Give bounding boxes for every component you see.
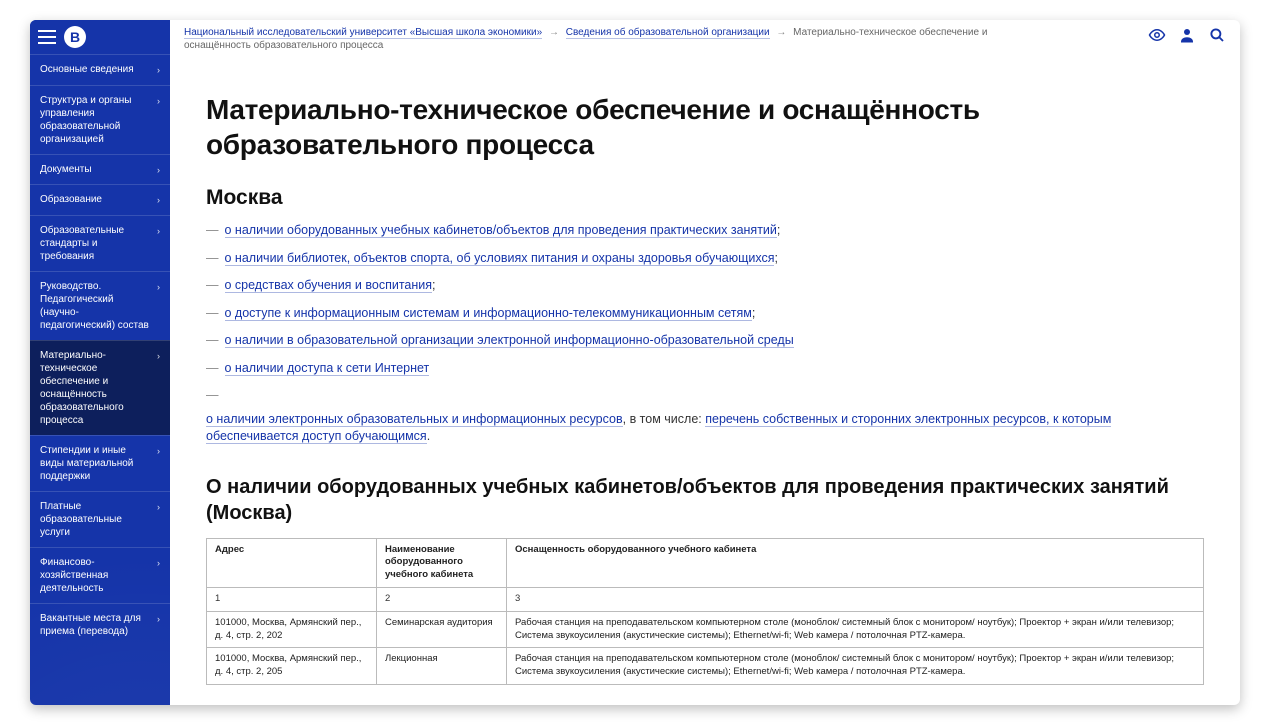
dash: — bbox=[206, 305, 219, 323]
table-cell-name: Лекционная bbox=[377, 648, 507, 685]
sidebar-item-label: Структура и органы управления образовате… bbox=[40, 94, 151, 146]
section2-heading: О наличии оборудованных учебных кабинето… bbox=[206, 474, 1204, 526]
sidebar-item-label: Платные образовательные услуги bbox=[40, 500, 151, 539]
chevron-right-icon: › bbox=[157, 502, 160, 514]
chevron-right-icon: › bbox=[157, 351, 160, 363]
sidebar-item-label: Вакантные места для приема (перевода) bbox=[40, 612, 151, 638]
sidebar-item[interactable]: Структура и органы управления образовате… bbox=[30, 85, 170, 154]
sidebar-item[interactable]: Финансово-хозяйственная деятельность › bbox=[30, 547, 170, 603]
breadcrumb-mid[interactable]: Сведения об образовательной организации bbox=[566, 27, 770, 39]
table-colnum: 3 bbox=[507, 587, 1204, 611]
list-item: — о наличии оборудованных учебных кабинет… bbox=[206, 222, 1204, 240]
table-colnum: 2 bbox=[377, 587, 507, 611]
sidebar-item[interactable]: Образовательные стандарты и требования › bbox=[30, 215, 170, 271]
list-item: —о средствах обучения и воспитания; bbox=[206, 277, 1204, 295]
sidebar-item-label: Образовательные стандарты и требования bbox=[40, 224, 151, 263]
menu-icon[interactable] bbox=[38, 30, 56, 44]
content-link[interactable]: о доступе к информационным системам и ин… bbox=[225, 306, 752, 321]
list-item: — о наличии в образовательной организации… bbox=[206, 332, 1204, 350]
accessibility-icon[interactable] bbox=[1148, 26, 1166, 49]
chevron-right-icon: › bbox=[157, 558, 160, 570]
list-item: — о наличии доступа к сети Интернет bbox=[206, 360, 1204, 378]
sidebar-item-label: Образование bbox=[40, 193, 102, 206]
chevron-right-icon: › bbox=[157, 195, 160, 207]
table-cell-address: 101000, Москва, Армянский пер., д. 4, ст… bbox=[207, 611, 377, 648]
dash: — bbox=[206, 332, 219, 350]
table-colnum: 1 bbox=[207, 587, 377, 611]
sidebar-item[interactable]: Вакантные места для приема (перевода) › bbox=[30, 603, 170, 646]
content-link[interactable]: о наличии в образовательной организации … bbox=[225, 333, 794, 348]
table-row: 101000, Москва, Армянский пер., д. 4, ст… bbox=[207, 611, 1204, 648]
list-item: — о наличии электронных образовательных и… bbox=[206, 387, 1204, 446]
chevron-right-icon: › bbox=[157, 96, 160, 108]
breadcrumb-root[interactable]: Национальный исследовательский университ… bbox=[184, 27, 542, 39]
sidebar-item[interactable]: Платные образовательные услуги › bbox=[30, 491, 170, 547]
city-heading: Москва bbox=[206, 186, 1204, 210]
user-icon[interactable] bbox=[1178, 26, 1196, 49]
chevron-right-icon: › bbox=[157, 614, 160, 626]
dash: — bbox=[206, 222, 219, 240]
table-row: 101000, Москва, Армянский пер., д. 4, ст… bbox=[207, 648, 1204, 685]
table-header: Наименование оборудованного учебного каб… bbox=[377, 538, 507, 587]
breadcrumb: Национальный исследовательский университ… bbox=[184, 26, 1004, 52]
page-title: Материально-техническое обеспечение и ос… bbox=[206, 92, 1204, 162]
table-cell-address: 101000, Москва, Армянский пер., д. 4, ст… bbox=[207, 648, 377, 685]
sidebar-item-label: Материально-техническое обеспечение и ос… bbox=[40, 349, 151, 427]
sidebar: В Основные сведения › Структура и органы у… bbox=[30, 20, 170, 705]
links-list: — о наличии оборудованных учебных кабинет… bbox=[206, 222, 1204, 446]
content-link[interactable]: о наличии доступа к сети Интернет bbox=[225, 361, 430, 376]
sidebar-item[interactable]: Руководство. Педагогический (научно-педа… bbox=[30, 271, 170, 340]
content-link[interactable]: о наличии библиотек, объектов спорта, об… bbox=[225, 251, 775, 266]
sidebar-item-label: Документы bbox=[40, 163, 92, 176]
content-link[interactable]: о наличии оборудованных учебных кабинето… bbox=[225, 223, 777, 238]
sidebar-item-label: Основные сведения bbox=[40, 63, 134, 76]
list-item: — о наличии библиотек, объектов спорта, о… bbox=[206, 250, 1204, 268]
content-link[interactable]: о наличии электронных образовательных и … bbox=[206, 412, 623, 427]
dash: — bbox=[206, 387, 219, 405]
logo[interactable]: В bbox=[64, 26, 86, 48]
content-link[interactable]: о средствах обучения и воспитания bbox=[225, 278, 433, 293]
chevron-right-icon: › bbox=[157, 282, 160, 294]
dash: — bbox=[206, 250, 219, 268]
chevron-right-icon: › bbox=[157, 446, 160, 458]
sidebar-item[interactable]: Основные сведения › bbox=[30, 54, 170, 85]
table-cell-desc: Рабочая станция на преподавательском ком… bbox=[507, 648, 1204, 685]
sidebar-item[interactable]: Материально-техническое обеспечение и ос… bbox=[30, 340, 170, 435]
list-item: — о доступе к информационным системам и и… bbox=[206, 305, 1204, 323]
table-cell-desc: Рабочая станция на преподавательском ком… bbox=[507, 611, 1204, 648]
table-cell-name: Семинарская аудитория bbox=[377, 611, 507, 648]
table-header: Адрес bbox=[207, 538, 377, 587]
main-content: Материально-техническое обеспечение и ос… bbox=[170, 54, 1240, 705]
sidebar-item-label: Финансово-хозяйственная деятельность bbox=[40, 556, 151, 595]
sidebar-item-label: Стипендии и иные виды материальной подде… bbox=[40, 444, 151, 483]
sidebar-item-label: Руководство. Педагогический (научно-педа… bbox=[40, 280, 151, 332]
search-icon[interactable] bbox=[1208, 26, 1226, 49]
dash: — bbox=[206, 360, 219, 378]
table-header: Оснащенность оборудованного учебного каб… bbox=[507, 538, 1204, 587]
dash: — bbox=[206, 277, 219, 295]
sidebar-item[interactable]: Документы › bbox=[30, 154, 170, 185]
sidebar-item[interactable]: Стипендии и иные виды материальной подде… bbox=[30, 435, 170, 491]
chevron-right-icon: › bbox=[157, 226, 160, 238]
chevron-right-icon: › bbox=[157, 165, 160, 177]
classrooms-table: Адрес Наименование оборудованного учебно… bbox=[206, 538, 1204, 686]
sidebar-item[interactable]: Образование › bbox=[30, 184, 170, 215]
chevron-right-icon: › bbox=[157, 65, 160, 77]
